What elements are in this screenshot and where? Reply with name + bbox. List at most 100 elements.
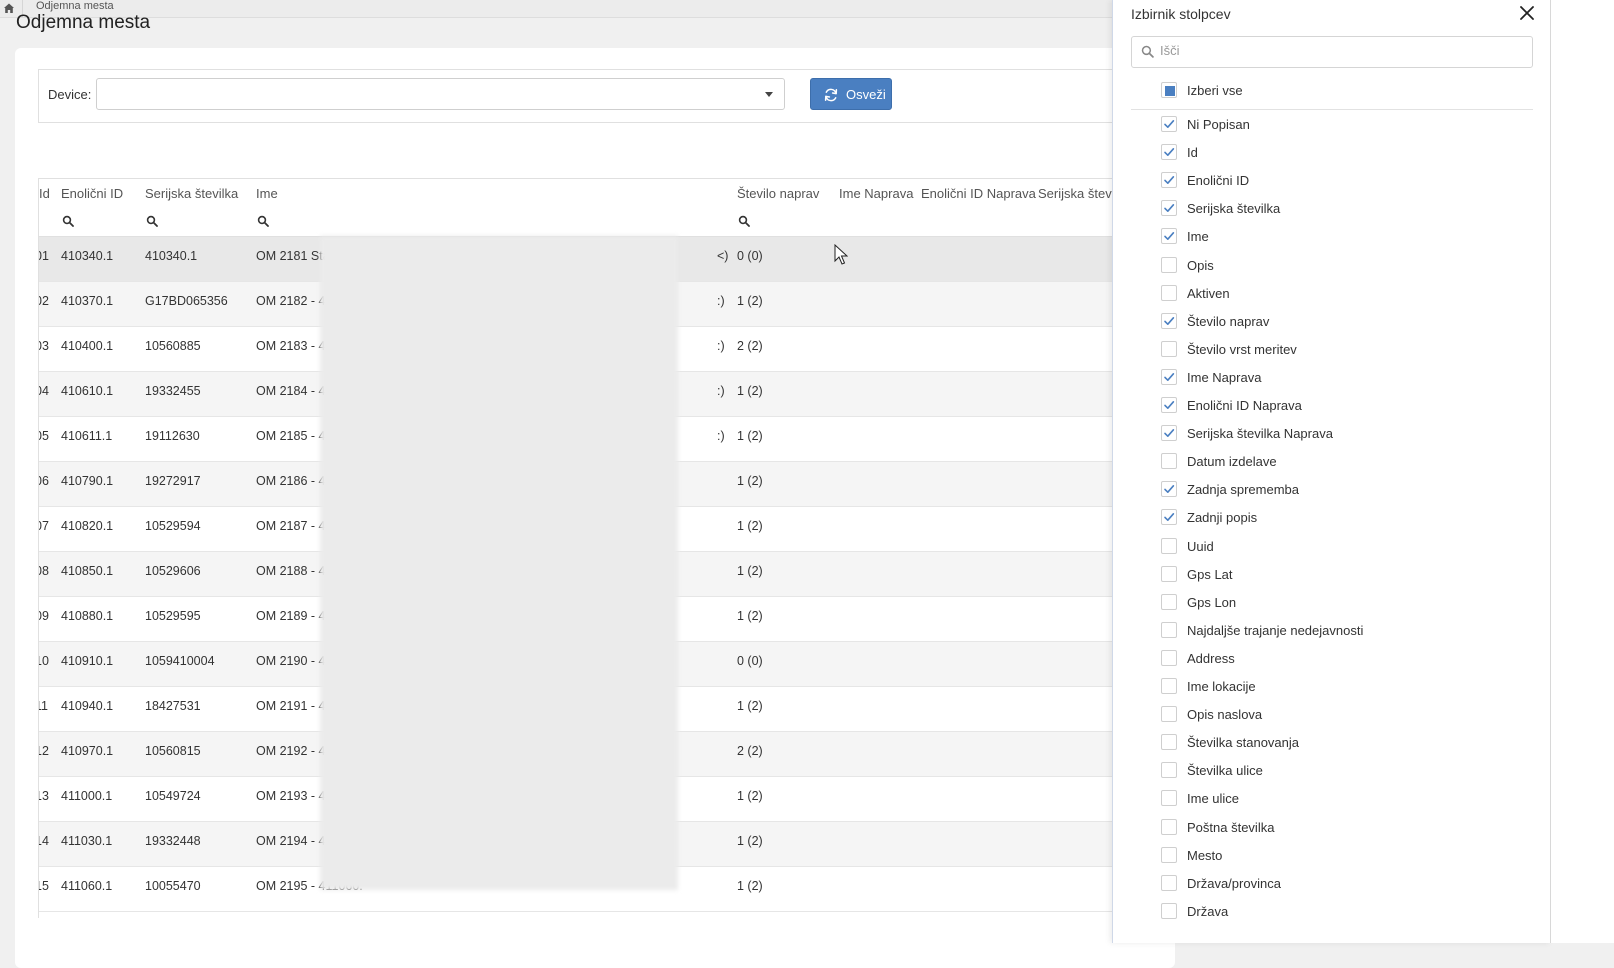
column-option-checkbox[interactable] [1161, 228, 1177, 245]
column-option-checkbox[interactable] [1161, 762, 1177, 779]
close-icon[interactable] [1518, 4, 1536, 22]
column-option-checkbox[interactable] [1161, 846, 1177, 863]
column-header-device-unique-id[interactable]: Enolični ID Naprava [921, 186, 1036, 201]
column-option-checkbox[interactable] [1161, 706, 1177, 723]
cell-serial: 10529595 [145, 609, 201, 623]
column-option-checkbox[interactable] [1161, 593, 1177, 610]
cell-id: 07 [39, 519, 49, 533]
column-option-checkbox[interactable] [1161, 874, 1177, 891]
column-option-checkbox[interactable] [1161, 734, 1177, 751]
column-option-checkbox[interactable] [1161, 368, 1177, 385]
cell-unique-id: 410910.1 [61, 654, 114, 668]
column-option-checkbox[interactable] [1161, 649, 1177, 666]
column-option-label: Število naprav [1187, 313, 1270, 329]
cell-device-count: 1 (2) [737, 429, 763, 443]
column-option-checkbox[interactable] [1161, 425, 1177, 442]
cell-name-end: :) [717, 429, 725, 443]
cell-id: 02 [39, 294, 49, 308]
column-option-checkbox[interactable] [1161, 818, 1177, 835]
column-option-checkbox[interactable] [1161, 565, 1177, 582]
cell-unique-id: 410790.1 [61, 474, 114, 488]
tab-odjemna-mesta[interactable]: Odjemna mesta [36, 0, 114, 12]
column-header-id[interactable]: Id [39, 186, 50, 201]
column-option-checkbox[interactable] [1161, 902, 1177, 919]
cell-device-count: 1 (2) [737, 564, 763, 578]
column-option-label: Address [1187, 650, 1235, 666]
cell-name-end: :) [717, 339, 725, 353]
filter-toolbar: Device: Osveži [38, 69, 1179, 123]
column-header-unique-id[interactable]: Enolični ID [61, 186, 123, 201]
home-icon[interactable] [2, 1, 16, 15]
search-icon[interactable] [257, 215, 269, 227]
column-option-label: Id [1187, 145, 1198, 161]
column-option-checkbox[interactable] [1161, 537, 1177, 554]
column-option-label: Gps Lat [1187, 566, 1233, 582]
cell-serial: 10549724 [145, 789, 201, 803]
column-search-input[interactable] [1160, 43, 1520, 58]
column-option-checkbox[interactable] [1161, 144, 1177, 161]
cell-unique-id: 411030.1 [61, 834, 113, 848]
cell-id: 09 [39, 609, 49, 623]
cell-serial: 10529606 [145, 564, 201, 578]
cell-id: 13 [39, 789, 49, 803]
column-header-serial[interactable]: Serijska številka [145, 186, 238, 201]
refresh-icon [824, 88, 838, 102]
column-option-label: Zadnji popis [1187, 510, 1258, 526]
cell-id: 05 [39, 429, 49, 443]
select-all-label: Izberi vse [1187, 83, 1243, 98]
column-option-label: Aktiven [1187, 285, 1230, 301]
column-option-label: Mesto [1187, 847, 1223, 863]
column-option-checkbox[interactable] [1161, 172, 1177, 189]
column-option-checkbox[interactable] [1161, 116, 1177, 132]
column-option-label: Enolični ID [1187, 173, 1250, 189]
cell-device-count: 0 (0) [737, 249, 763, 263]
column-option-checkbox[interactable] [1161, 453, 1177, 470]
cell-unique-id: 410850.1 [61, 564, 114, 578]
cell-serial: 10560885 [145, 339, 201, 353]
column-option-checkbox[interactable] [1161, 397, 1177, 413]
column-option-label: Opis naslova [1187, 707, 1263, 723]
column-option-label: Poštna številka [1187, 819, 1275, 835]
cell-serial: 10560815 [145, 744, 201, 758]
column-option-label: Serijska številka Naprava [1187, 426, 1333, 442]
column-header-device-serial[interactable]: Serijska števil [1038, 186, 1117, 201]
search-icon[interactable] [62, 215, 74, 227]
select-all-checkbox-box[interactable] [1161, 82, 1177, 98]
cell-serial: 410340.1 [145, 249, 198, 263]
column-option-checkbox[interactable] [1161, 312, 1177, 329]
search-icon[interactable] [146, 215, 158, 227]
column-option-checkbox[interactable] [1161, 284, 1177, 301]
cell-device-count: 2 (2) [737, 339, 763, 353]
column-option-checkbox[interactable] [1161, 481, 1177, 498]
column-picker-panel: Izbirnik stolpcev Izberi vse Ni Popisan I… [1112, 0, 1551, 943]
cell-name-end: :) [717, 384, 725, 398]
column-header-name[interactable]: Ime [256, 186, 278, 201]
cell-serial: G17BD065356 [145, 294, 228, 308]
search-icon[interactable] [738, 215, 750, 227]
column-option-checkbox[interactable] [1161, 256, 1177, 273]
column-option-checkbox[interactable] [1161, 678, 1177, 694]
cell-id: 10 [39, 654, 49, 668]
grid-header-row: Id Enolični ID Serijska številka Ime Šte… [39, 178, 1179, 209]
cell-id: 15 [39, 879, 49, 893]
check-icon [1164, 148, 1175, 157]
column-header-device-count[interactable]: Število naprav [737, 186, 819, 201]
column-option-checkbox[interactable] [1161, 621, 1177, 638]
check-icon [1164, 429, 1175, 438]
cell-device-count: 1 (2) [737, 609, 763, 623]
column-option-checkbox[interactable] [1161, 509, 1177, 526]
column-option-checkbox[interactable] [1161, 790, 1177, 807]
indeterminate-indicator [1165, 86, 1175, 96]
device-select[interactable] [96, 78, 785, 110]
column-option-checkbox[interactable] [1161, 200, 1177, 217]
cell-id: 04 [39, 384, 49, 398]
mouse-cursor-icon [834, 244, 848, 265]
column-option-label: Enolični ID Naprava [1187, 398, 1302, 413]
check-icon [1164, 176, 1175, 185]
cell-device-count: 1 (2) [737, 474, 763, 488]
refresh-button[interactable]: Osveži [810, 78, 892, 110]
column-option-checkbox[interactable] [1161, 340, 1177, 357]
check-icon [1164, 204, 1175, 213]
cell-serial: 10055470 [145, 879, 201, 893]
column-header-device-name[interactable]: Ime Naprava [839, 186, 913, 201]
